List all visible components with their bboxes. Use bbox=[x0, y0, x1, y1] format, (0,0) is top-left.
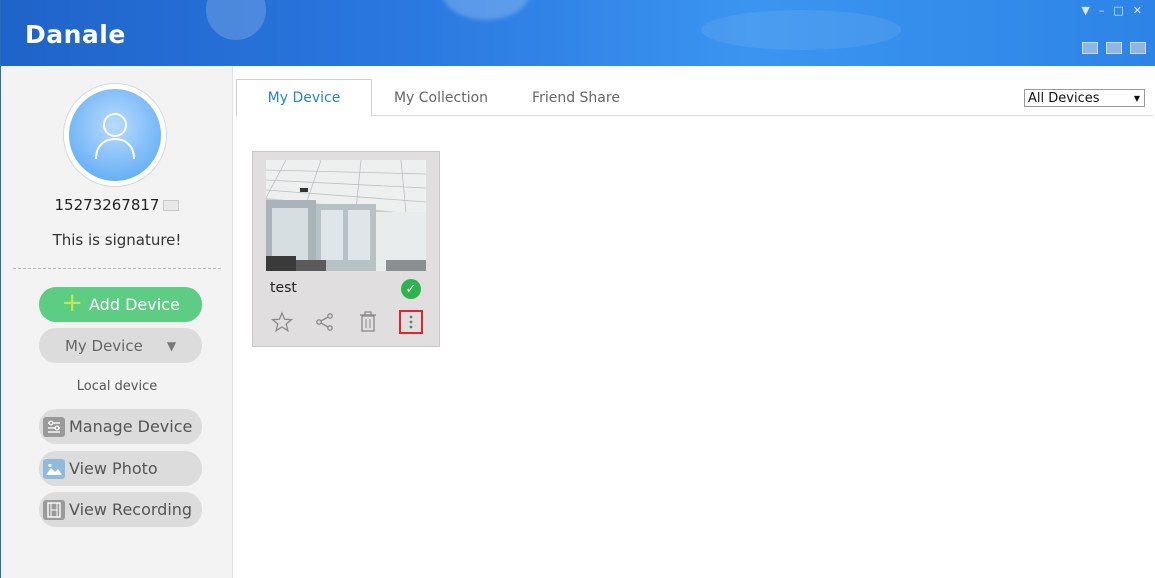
tab-my-device[interactable]: My Device bbox=[236, 79, 372, 117]
select-arrow-icon: ▼ bbox=[1133, 93, 1140, 103]
window-controls: ▼ – □ ✕ bbox=[1081, 4, 1142, 17]
local-device-label: Local device bbox=[76, 379, 158, 394]
user-icon bbox=[95, 113, 135, 160]
view-photo-button[interactable]: View Photo bbox=[39, 451, 202, 486]
header-glow bbox=[441, 0, 531, 20]
header-glow bbox=[206, 0, 266, 40]
phone-number: 15273267817 bbox=[54, 196, 160, 214]
avatar[interactable] bbox=[64, 84, 166, 186]
share-button[interactable] bbox=[312, 309, 338, 335]
maximize-button[interactable]: □ bbox=[1113, 4, 1123, 17]
device-actions bbox=[269, 309, 429, 335]
device-snapshot[interactable] bbox=[266, 160, 426, 271]
my-device-label: My Device bbox=[64, 336, 143, 355]
device-filter-select[interactable]: All Devices ▼ bbox=[1024, 89, 1145, 107]
manage-device-label: Manage Device bbox=[69, 417, 193, 436]
my-device-dropdown[interactable]: My Device ▼ bbox=[39, 328, 202, 363]
manage-device-button[interactable]: Manage Device bbox=[39, 409, 202, 444]
tab-friend-share[interactable]: Friend Share bbox=[521, 79, 631, 116]
user-phone: 15273267817 bbox=[1, 196, 233, 214]
layout-switcher bbox=[1082, 42, 1146, 54]
menu-dropdown-icon[interactable]: ▼ bbox=[1081, 4, 1089, 17]
star-icon bbox=[271, 311, 293, 333]
header-glow bbox=[701, 10, 901, 50]
more-vertical-icon bbox=[409, 315, 413, 329]
plus-icon: + bbox=[61, 288, 83, 318]
device-card[interactable]: test ✓ bbox=[252, 151, 440, 347]
layout-list-icon[interactable] bbox=[1082, 42, 1098, 54]
divider bbox=[13, 268, 221, 269]
camera-snapshot-image bbox=[266, 160, 426, 271]
image-icon bbox=[43, 458, 65, 479]
trash-icon bbox=[360, 311, 376, 332]
envelope-icon[interactable] bbox=[163, 200, 180, 211]
title-bar: Danale ▼ – □ ✕ bbox=[1, 0, 1155, 66]
layout-grid-icon[interactable] bbox=[1106, 42, 1122, 54]
triangle-down-icon: ▼ bbox=[166, 338, 177, 353]
device-tabs: My Device My Collection Friend Share bbox=[236, 79, 1153, 117]
more-options-button[interactable] bbox=[399, 310, 423, 334]
minimize-button[interactable]: – bbox=[1099, 4, 1105, 17]
view-recording-label: View Recording bbox=[69, 500, 193, 519]
sidebar: 15273267817 This is signature! + Add Dev… bbox=[1, 66, 233, 578]
delete-button[interactable] bbox=[355, 309, 381, 335]
view-photo-label: View Photo bbox=[69, 459, 158, 478]
layout-split-icon[interactable] bbox=[1130, 42, 1146, 54]
view-recording-button[interactable]: View Recording bbox=[39, 492, 202, 527]
close-button[interactable]: ✕ bbox=[1133, 4, 1142, 17]
share-icon bbox=[316, 313, 333, 331]
add-device-button[interactable]: + Add Device bbox=[39, 287, 202, 322]
check-circle-icon: ✓ bbox=[401, 279, 421, 299]
user-signature: This is signature! bbox=[52, 231, 182, 249]
tab-my-collection[interactable]: My Collection bbox=[386, 79, 496, 116]
device-name: test bbox=[270, 280, 297, 296]
device-filter-value: All Devices bbox=[1028, 90, 1100, 106]
sliders-icon bbox=[43, 416, 65, 437]
film-icon bbox=[43, 499, 65, 520]
app-logo: Danale bbox=[25, 20, 126, 49]
app-window: Danale ▼ – □ ✕ 15273267817 This is signa… bbox=[0, 0, 1155, 578]
add-device-label: Add Device bbox=[89, 295, 180, 314]
favorite-button[interactable] bbox=[269, 309, 295, 335]
